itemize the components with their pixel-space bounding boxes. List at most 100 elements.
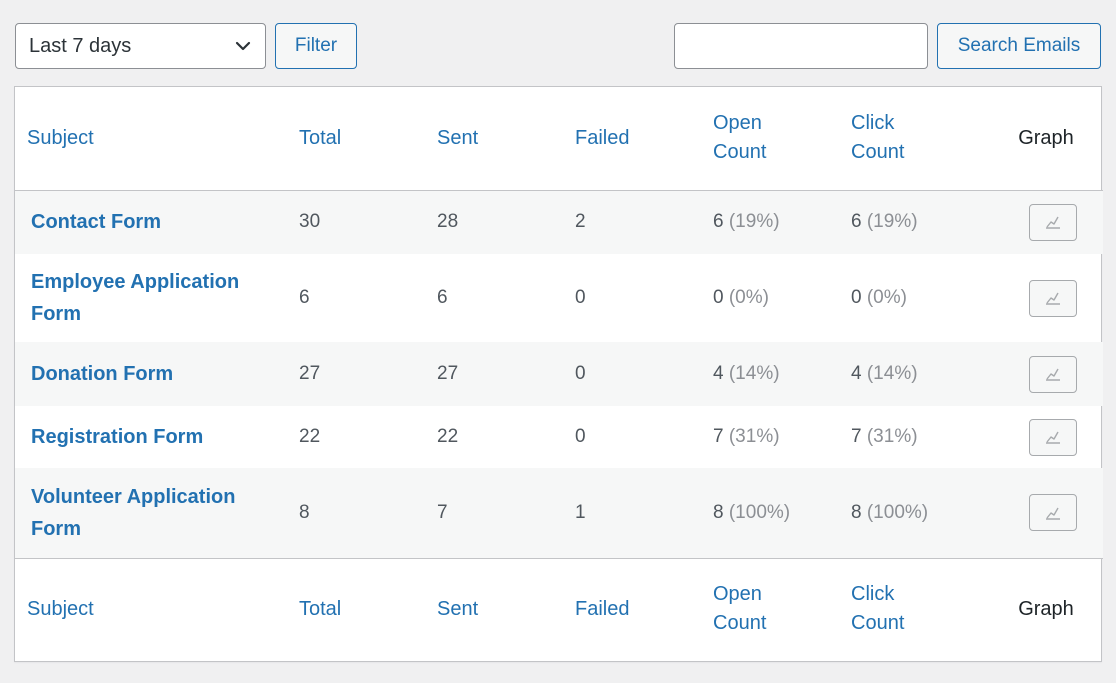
date-range-selected: Last 7 days [29, 34, 132, 57]
footer-header-click-count[interactable]: Click Count [851, 558, 989, 660]
click-count-value: 6 [851, 211, 862, 233]
footer-header-open-count[interactable]: Open Count [713, 558, 851, 660]
open-count-label-line2: Count [713, 612, 767, 635]
failed-cell: 1 [575, 501, 586, 523]
search-input[interactable] [674, 23, 928, 69]
click-count-label-line1: Click [851, 583, 895, 606]
click-count-label-line1: Click [851, 112, 895, 135]
click-count-cell: 6 (19%) [851, 190, 989, 254]
date-range-select[interactable]: Last 7 days [15, 23, 266, 69]
table-footer-row: Subject Total Sent Failed Open Count Clic… [15, 558, 1103, 660]
subject-link[interactable]: Volunteer Application Form [31, 481, 271, 545]
footer-sort-sent-link[interactable]: Sent [437, 598, 478, 620]
column-header-sent[interactable]: Sent [437, 87, 575, 190]
sort-click-count-link[interactable]: Click Count [851, 112, 904, 163]
open-count-cell: 4 (14%) [713, 342, 851, 406]
failed-cell: 2 [575, 211, 586, 233]
table-row: Employee Application Form 6 6 0 0 (0%) 0… [15, 254, 1103, 342]
footer-sort-open-count-link[interactable]: Open Count [713, 583, 766, 634]
table-row: Volunteer Application Form 8 7 1 8 (100%… [15, 468, 1103, 558]
open-count-value: 7 [713, 426, 724, 447]
open-count-label-line1: Open [713, 112, 762, 135]
open-count-percent: (31%) [728, 426, 780, 447]
total-cell: 30 [299, 211, 321, 233]
column-header-open-count[interactable]: Open Count [713, 87, 851, 190]
total-cell: 6 [299, 287, 310, 308]
column-header-subject[interactable]: Subject [15, 87, 299, 190]
column-header-graph: Graph [1018, 126, 1074, 149]
toolbar: Last 7 days Filter Search Emails [15, 23, 1101, 69]
footer-header-graph: Graph [1018, 597, 1074, 620]
footer-header-sent[interactable]: Sent [437, 558, 575, 660]
table-row: Registration Form 22 22 0 7 (31%) 7 (31%… [15, 406, 1103, 468]
footer-sort-click-count-link[interactable]: Click Count [851, 583, 904, 634]
footer-sort-total-link[interactable]: Total [299, 598, 341, 620]
open-count-cell: 0 (0%) [713, 254, 851, 342]
failed-cell: 0 [575, 363, 586, 384]
table-header-row: Subject Total Sent Failed Open Count Clic… [15, 87, 1103, 190]
search-emails-button[interactable]: Search Emails [937, 23, 1101, 69]
graph-button[interactable] [1029, 355, 1077, 393]
table-row: Contact Form 30 28 2 6 (19%) 6 (19%) [15, 190, 1103, 254]
sent-cell: 22 [437, 426, 459, 447]
line-chart-icon [1046, 507, 1060, 520]
open-count-percent: (14%) [728, 363, 780, 384]
open-count-value: 4 [713, 363, 724, 384]
open-count-cell: 6 (19%) [713, 190, 851, 254]
click-count-value: 0 [851, 287, 862, 308]
click-count-percent: (0%) [866, 287, 907, 308]
failed-cell: 0 [575, 287, 586, 308]
subject-link[interactable]: Registration Form [31, 421, 203, 453]
total-cell: 27 [299, 363, 321, 384]
footer-header-subject[interactable]: Subject [15, 558, 299, 660]
line-chart-icon [1046, 368, 1060, 381]
click-count-percent: (100%) [866, 501, 929, 523]
sort-subject-link[interactable]: Subject [27, 127, 94, 149]
click-count-percent: (19%) [866, 211, 918, 233]
sent-cell: 27 [437, 363, 459, 384]
email-stats-table: Subject Total Sent Failed Open Count Clic… [14, 86, 1103, 662]
click-count-cell: 0 (0%) [851, 254, 989, 342]
line-chart-icon [1046, 216, 1060, 229]
line-chart-icon [1046, 431, 1060, 444]
open-count-percent: (19%) [728, 211, 780, 233]
open-count-cell: 8 (100%) [713, 468, 851, 558]
click-count-percent: (31%) [866, 426, 918, 447]
table-row: Donation Form 27 27 0 4 (14%) 4 (14%) [15, 342, 1103, 406]
click-count-value: 7 [851, 426, 862, 447]
click-count-cell: 8 (100%) [851, 468, 989, 558]
subject-link[interactable]: Contact Form [31, 206, 161, 238]
subject-link[interactable]: Employee Application Form [31, 266, 271, 330]
footer-sort-subject-link[interactable]: Subject [27, 598, 94, 620]
open-count-label-line1: Open [713, 583, 762, 606]
footer-header-total[interactable]: Total [299, 558, 437, 660]
sent-cell: 28 [437, 211, 459, 233]
graph-button[interactable] [1029, 418, 1077, 456]
total-cell: 22 [299, 426, 321, 447]
open-count-value: 0 [713, 287, 724, 308]
failed-cell: 0 [575, 426, 586, 447]
column-header-click-count[interactable]: Click Count [851, 87, 989, 190]
click-count-cell: 7 (31%) [851, 406, 989, 468]
sort-total-link[interactable]: Total [299, 127, 341, 149]
total-cell: 8 [299, 501, 310, 523]
click-count-label-line2: Count [851, 612, 905, 635]
graph-button[interactable] [1029, 494, 1077, 532]
open-count-percent: (100%) [728, 501, 791, 523]
footer-header-failed[interactable]: Failed [575, 558, 713, 660]
column-header-total[interactable]: Total [299, 87, 437, 190]
sent-cell: 6 [437, 287, 448, 308]
column-header-failed[interactable]: Failed [575, 87, 713, 190]
footer-sort-failed-link[interactable]: Failed [575, 598, 629, 620]
open-count-value: 6 [713, 211, 724, 233]
filter-button[interactable]: Filter [275, 23, 357, 69]
sent-cell: 7 [437, 501, 448, 523]
sort-open-count-link[interactable]: Open Count [713, 112, 766, 163]
graph-button[interactable] [1029, 203, 1077, 241]
open-count-label-line2: Count [713, 141, 767, 164]
sort-failed-link[interactable]: Failed [575, 127, 629, 149]
subject-link[interactable]: Donation Form [31, 358, 173, 390]
click-count-cell: 4 (14%) [851, 342, 989, 406]
sort-sent-link[interactable]: Sent [437, 127, 478, 149]
graph-button[interactable] [1029, 279, 1077, 317]
